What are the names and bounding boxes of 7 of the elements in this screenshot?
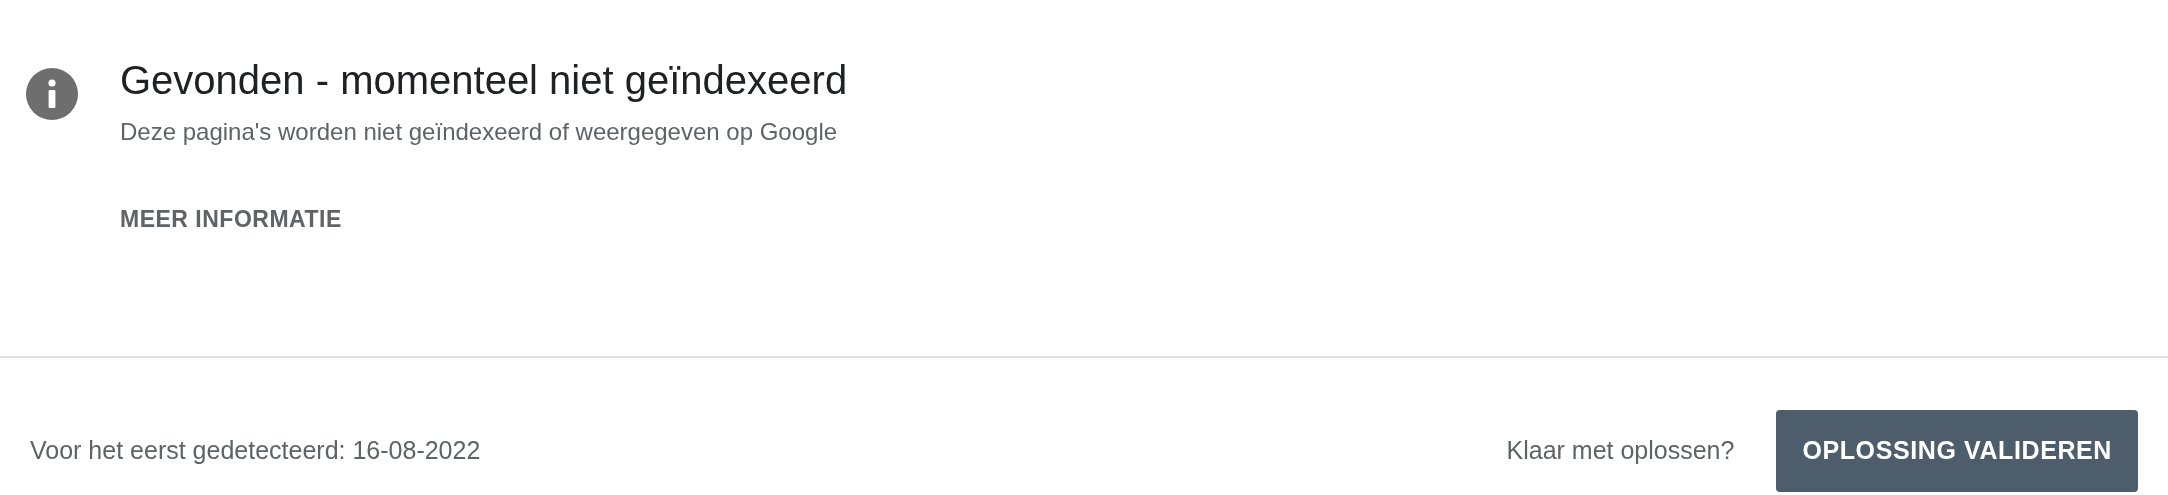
ready-prompt: Klaar met oplossen? [1506, 436, 1735, 465]
validate-fix-button[interactable]: OPLOSSING VALIDEREN [1776, 409, 2138, 492]
more-info-link[interactable]: MEER INFORMATIE [120, 206, 342, 233]
issue-title: Gevonden - momenteel niet geïndexeerd [120, 57, 848, 104]
first-detected-text: Voor het eerst gedetecteerd: 16-08-2022 [30, 436, 482, 465]
issue-description: Deze pagina's worden niet geïndexeerd of weergegeven op Google [120, 118, 839, 146]
info-icon [26, 68, 78, 120]
